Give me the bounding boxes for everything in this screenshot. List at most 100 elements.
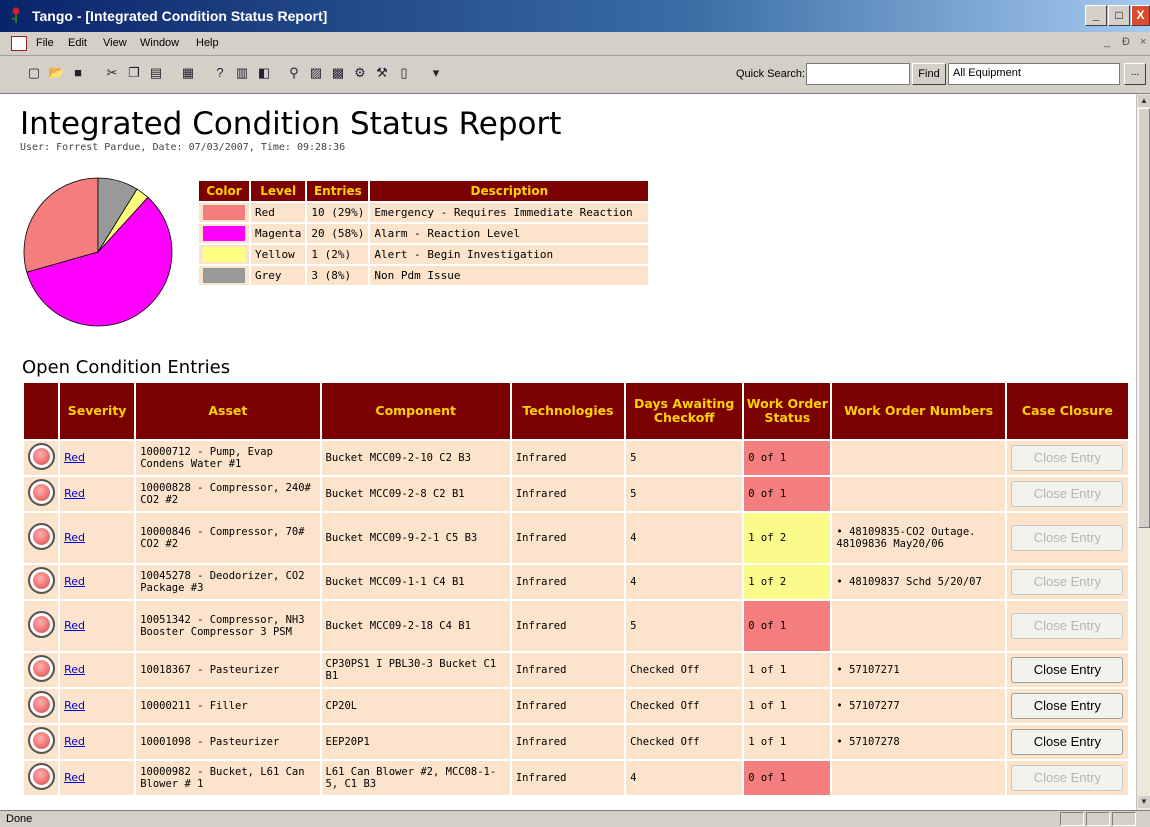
legend-level: Magenta xyxy=(251,224,306,243)
wrench-icon[interactable]: ⚒ xyxy=(374,65,390,81)
menu-view[interactable]: View xyxy=(103,37,127,49)
grid-icon[interactable]: ▩ xyxy=(330,65,346,81)
days-awaiting-cell: Checked Off xyxy=(626,725,743,759)
severity-link[interactable]: Red xyxy=(64,735,85,748)
wo-numbers-cell xyxy=(832,601,1005,651)
close-entry-button[interactable]: Close Entry xyxy=(1011,693,1124,719)
severity-indicator-icon[interactable] xyxy=(27,567,55,594)
scroll-down-icon[interactable]: ▼ xyxy=(1138,796,1150,808)
menu-help[interactable]: Help xyxy=(196,37,219,49)
quick-search-input[interactable] xyxy=(806,63,910,85)
equipment-filter-select[interactable]: All Equipment xyxy=(948,63,1120,85)
severity-indicator-icon[interactable] xyxy=(27,691,55,718)
scroll-up-icon[interactable]: ▲ xyxy=(1138,95,1150,107)
legend-row: Yellow 1 (2%) Alert - Begin Investigation xyxy=(199,245,649,264)
severity-indicator-icon[interactable] xyxy=(27,479,55,506)
legend-color-cell xyxy=(199,203,249,222)
days-awaiting-cell: 4 xyxy=(626,761,743,795)
legend-level: Grey xyxy=(251,266,306,285)
severity-icon-cell xyxy=(24,653,59,687)
equipment-browse-button[interactable]: ... xyxy=(1124,63,1146,85)
maximize-button[interactable]: □ xyxy=(1108,5,1130,26)
paste-icon[interactable]: ▤ xyxy=(148,65,164,81)
component-cell: Bucket MCC09-2-18 C4 B1 xyxy=(321,601,510,651)
severity-link[interactable]: Red xyxy=(64,451,85,464)
find-button[interactable]: Find xyxy=(912,63,946,85)
close-entry-button[interactable]: Close Entry xyxy=(1011,569,1124,595)
severity-indicator-icon[interactable] xyxy=(27,763,55,790)
find-icon[interactable]: ⚲ xyxy=(286,65,302,81)
severity-indicator-icon[interactable] xyxy=(27,727,55,754)
close-entry-button[interactable]: Close Entry xyxy=(1011,481,1124,507)
properties-icon[interactable]: ◧ xyxy=(256,65,272,81)
menu-bar: File Edit View Window Help _ Ð × xyxy=(0,32,1150,56)
severity-indicator-icon[interactable] xyxy=(27,655,55,682)
severity-link[interactable]: Red xyxy=(64,487,85,500)
technology-cell: Infrared xyxy=(511,477,625,511)
document-icon[interactable] xyxy=(11,36,27,51)
title-bar: Tango - [Integrated Condition Status Rep… xyxy=(0,0,1150,32)
severity-indicator-icon[interactable] xyxy=(27,611,55,638)
legend-header-description: Description xyxy=(370,181,649,201)
open-icon[interactable]: 📂 xyxy=(48,65,64,81)
close-entry-button[interactable]: Close Entry xyxy=(1011,729,1124,755)
technology-cell: Infrared xyxy=(511,725,625,759)
close-entry-button[interactable]: Close Entry xyxy=(1011,657,1124,683)
severity-icon-cell xyxy=(24,513,59,563)
asset-cell: 10001098 - Pasteurizer xyxy=(136,725,320,759)
asset-cell: 10051342 - Compressor, NH3 Booster Compr… xyxy=(136,601,320,651)
severity-link[interactable]: Red xyxy=(64,575,85,588)
toolbar: ▢ 📂 ■ ✂ ❐ ▤ ▦ ? ▥ ◧ ⚲ ▨ ▩ ⚙ ⚒ ▯ ▾ Quick … xyxy=(0,56,1150,94)
legend-row: Magenta 20 (58%) Alarm - Reaction Level xyxy=(199,224,649,243)
print-icon[interactable]: ▦ xyxy=(180,65,196,81)
close-entry-button[interactable]: Close Entry xyxy=(1011,613,1124,639)
days-awaiting-cell: 5 xyxy=(626,441,743,475)
wo-number-item: 57107277 xyxy=(836,700,1000,712)
report-icon[interactable]: ▥ xyxy=(234,65,250,81)
component-cell: Bucket MCC09-2-10 C2 B3 xyxy=(321,441,510,475)
severity-pie-chart xyxy=(23,177,173,327)
technology-cell: Infrared xyxy=(511,441,625,475)
component-cell: CP20L xyxy=(321,689,510,723)
close-button[interactable]: X xyxy=(1131,5,1150,26)
wo-numbers-cell: 57107271 xyxy=(832,653,1005,687)
case-closure-cell: Close Entry xyxy=(1006,653,1128,687)
options-dropdown-icon[interactable]: ▾ xyxy=(428,65,444,81)
save-icon[interactable]: ■ xyxy=(70,65,86,81)
mdi-minimize-button[interactable]: _ xyxy=(1104,36,1110,48)
book-icon[interactable]: ▯ xyxy=(396,65,412,81)
severity-link[interactable]: Red xyxy=(64,531,85,544)
menu-window[interactable]: Window xyxy=(140,37,179,49)
severity-indicator-icon[interactable] xyxy=(27,523,55,550)
chart-icon[interactable]: ▨ xyxy=(308,65,324,81)
minimize-button[interactable]: _ xyxy=(1085,5,1107,26)
close-entry-button[interactable]: Close Entry xyxy=(1011,525,1124,551)
mdi-restore-button[interactable]: Ð xyxy=(1122,36,1130,48)
menu-edit[interactable]: Edit xyxy=(68,37,87,49)
legend-row: Grey 3 (8%) Non Pdm Issue xyxy=(199,266,649,285)
tango-app-icon[interactable] xyxy=(8,6,24,24)
scroll-thumb[interactable] xyxy=(1138,108,1150,528)
tools-icon[interactable]: ⚙ xyxy=(352,65,368,81)
legend-level: Red xyxy=(251,203,306,222)
severity-icon-cell xyxy=(24,441,59,475)
severity-link[interactable]: Red xyxy=(64,771,85,784)
severity-link[interactable]: Red xyxy=(64,663,85,676)
help-icon[interactable]: ? xyxy=(212,65,228,81)
header-days-awaiting: Days Awaiting Checkoff xyxy=(626,383,743,439)
severity-link[interactable]: Red xyxy=(64,619,85,632)
severity-indicator-icon[interactable] xyxy=(27,443,55,470)
severity-link[interactable]: Red xyxy=(64,699,85,712)
close-entry-button[interactable]: Close Entry xyxy=(1011,765,1124,791)
vertical-scrollbar[interactable]: ▲ ▼ xyxy=(1136,94,1150,810)
legend-description: Non Pdm Issue xyxy=(370,266,649,285)
asset-cell: 10045278 - Deodorizer, CO2 Package #3 xyxy=(136,565,320,599)
mdi-close-button[interactable]: × xyxy=(1140,36,1146,48)
component-cell: Bucket MCC09-2-8 C2 B1 xyxy=(321,477,510,511)
close-entry-button[interactable]: Close Entry xyxy=(1011,445,1124,471)
copy-icon[interactable]: ❐ xyxy=(126,65,142,81)
menu-file[interactable]: File xyxy=(36,37,54,49)
header-icon xyxy=(24,383,59,439)
new-icon[interactable]: ▢ xyxy=(26,65,42,81)
cut-icon[interactable]: ✂ xyxy=(104,65,120,81)
